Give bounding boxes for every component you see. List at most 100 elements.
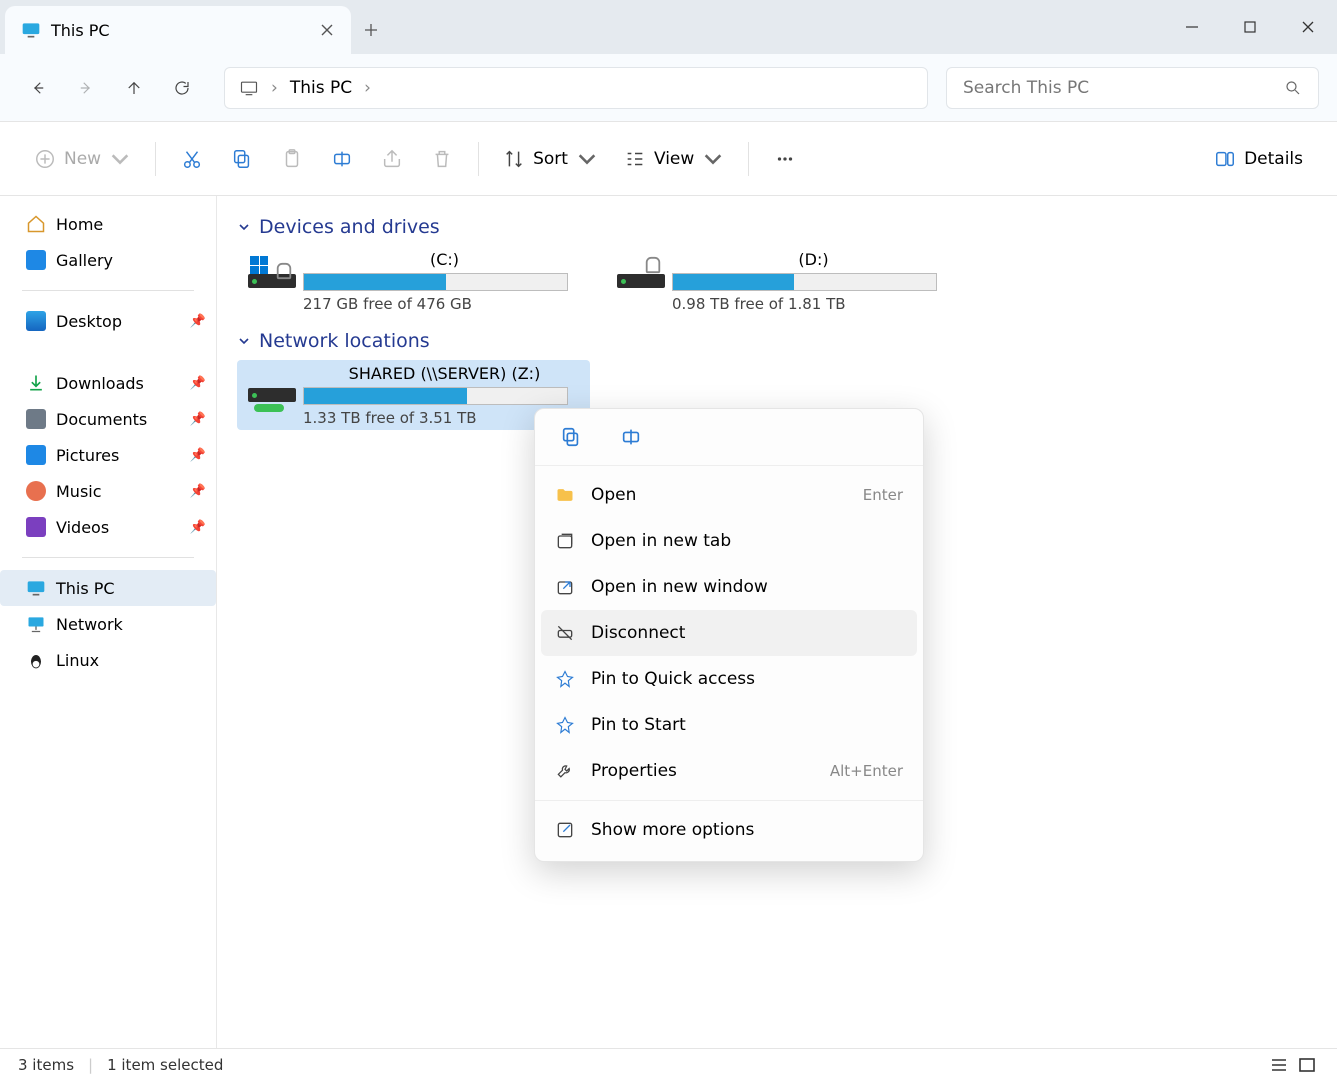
sidebar-label: Documents [56,410,147,429]
drive-z-progress [303,387,568,405]
context-menu-top [535,409,923,466]
drive-d[interactable]: (D:) 0.98 TB free of 1.81 TB [606,246,959,316]
sort-label: Sort [533,149,568,169]
status-selected-count: 1 item selected [107,1056,223,1074]
titlebar: This PC [0,0,1337,54]
sidebar-item-linux[interactable]: Linux [0,642,216,678]
ctx-open-window[interactable]: Open in new window [535,564,923,610]
group-network-header[interactable]: Network locations [237,330,1317,352]
sidebar-label: This PC [56,579,115,598]
sort-icon [503,148,525,170]
forward-button[interactable] [66,68,106,108]
details-button[interactable]: Details [1204,139,1313,179]
search-input[interactable]: Search This PC [946,67,1319,109]
chevron-down-icon [109,148,131,170]
minimize-button[interactable] [1163,7,1221,47]
pin-icon: 📌 [190,376,206,391]
sidebar-item-downloads[interactable]: Downloads 📌 [0,365,216,401]
copy-button[interactable] [220,139,264,179]
desktop-icon [26,311,46,331]
sort-button[interactable]: Sort [493,139,608,179]
group-network-label: Network locations [259,330,430,352]
sidebar-item-network[interactable]: Network [0,606,216,642]
toolbar: New Sort View Details [0,121,1337,196]
maximize-icon [1243,20,1257,34]
new-button[interactable]: New [24,139,141,179]
monitor-icon [26,578,46,598]
refresh-button[interactable] [162,68,202,108]
cut-button[interactable] [170,139,214,179]
sidebar-item-documents[interactable]: Documents 📌 [0,401,216,437]
sidebar-item-music[interactable]: Music 📌 [0,473,216,509]
share-button[interactable] [370,139,414,179]
maximize-button[interactable] [1221,7,1279,47]
list-view-toggle[interactable] [1267,1054,1291,1076]
group-devices-header[interactable]: Devices and drives [237,216,1317,238]
tile-view-toggle[interactable] [1295,1054,1319,1076]
paste-button[interactable] [270,139,314,179]
address-location: This PC [290,78,352,98]
sidebar-label: Pictures [56,446,119,465]
sidebar-item-gallery[interactable]: Gallery [0,242,216,278]
sidebar-label: Network [56,615,123,634]
open-tab-icon [555,531,575,551]
ctx-pin-start[interactable]: Pin to Start [535,702,923,748]
pin-icon: 📌 [190,412,206,427]
ctx-pin-quick[interactable]: Pin to Quick access [535,656,923,702]
ctx-open-tab[interactable]: Open in new tab [535,518,923,564]
ctx-more-label: Show more options [591,820,754,840]
view-button[interactable]: View [614,139,734,179]
ctx-more[interactable]: Show more options [535,807,923,853]
drive-z-icon [241,364,303,426]
ctx-properties[interactable]: Properties Alt+Enter [535,748,923,794]
close-button[interactable] [1279,7,1337,47]
arrow-left-icon [29,79,47,97]
sidebar-item-this-pc[interactable]: This PC [0,570,216,606]
delete-button[interactable] [420,139,464,179]
arrow-right-icon [77,79,95,97]
active-tab[interactable]: This PC [5,6,351,54]
sidebar-item-videos[interactable]: Videos 📌 [0,509,216,545]
sidebar-item-home[interactable]: Home [0,206,216,242]
share-icon [381,148,403,170]
back-button[interactable] [18,68,58,108]
linux-icon [26,650,46,670]
window-controls [1163,0,1337,54]
pin-icon: 📌 [190,520,206,535]
group-devices-label: Devices and drives [259,216,440,238]
folder-icon [555,485,575,505]
sidebar-label: Desktop [56,312,122,331]
ctx-open[interactable]: Open Enter [535,472,923,518]
tab-close-icon[interactable] [319,22,335,38]
address-bar[interactable]: › This PC › [224,67,928,109]
new-tab-button[interactable] [351,0,391,54]
sidebar-item-desktop[interactable]: Desktop 📌 [0,303,216,339]
drive-d-progress [672,273,937,291]
drive-d-free: 0.98 TB free of 1.81 TB [672,295,955,313]
pictures-icon [26,445,46,465]
ctx-pin-start-label: Pin to Start [591,715,686,735]
chevron-right-icon: › [364,78,371,98]
sidebar-item-pictures[interactable]: Pictures 📌 [0,437,216,473]
up-button[interactable] [114,68,154,108]
ctx-copy-button[interactable] [555,421,587,453]
ctx-open-shortcut: Enter [863,486,903,504]
drive-c[interactable]: (C:) 217 GB free of 476 GB [237,246,590,316]
arrow-up-icon [125,79,143,97]
paste-icon [281,148,303,170]
drive-c-progress [303,273,568,291]
ctx-disconnect-label: Disconnect [591,623,685,643]
ctx-open-tab-label: Open in new tab [591,531,731,551]
sidebar-label: Downloads [56,374,144,393]
ctx-disconnect[interactable]: Disconnect [541,610,917,656]
sidebar-label: Linux [56,651,99,670]
rename-icon [331,148,353,170]
rename-icon [620,426,642,448]
drives-row: (C:) 217 GB free of 476 GB (D:) 0.98 TB … [237,246,1317,316]
copy-icon [231,148,253,170]
rename-button[interactable] [320,139,364,179]
more-button[interactable] [763,139,807,179]
ctx-rename-button[interactable] [615,421,647,453]
chevron-down-icon [237,334,251,348]
open-window-icon [555,577,575,597]
